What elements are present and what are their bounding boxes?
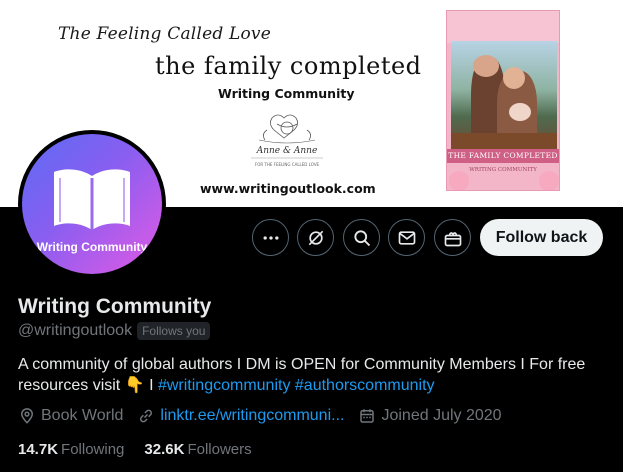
link-icon	[140, 409, 153, 423]
hashtag-authorscommunity[interactable]: #authorscommunity	[295, 377, 435, 394]
banner-logo-tagline: FOR THE FEELING CALLED LOVE	[255, 162, 320, 167]
location-item: Book World	[18, 407, 123, 425]
banner-logo-name: Anne & Anne	[256, 146, 318, 156]
profile-name: Writing Community	[18, 295, 212, 318]
search-icon	[353, 229, 370, 246]
grok-icon	[308, 230, 323, 245]
followers-stat[interactable]: 32.6K Followers	[144, 441, 251, 458]
link-item[interactable]: linktr.ee/writingcommuni...	[137, 407, 344, 425]
joined-item: Joined July 2020	[358, 407, 502, 425]
book-cover-title: THE FAMILY COMPLETED	[447, 149, 559, 163]
message-icon	[398, 230, 415, 245]
handle-row: @writingoutlook Follows you	[18, 322, 211, 340]
pointing-down-emoji: 👇	[124, 377, 145, 394]
following-stat[interactable]: 14.7K Following	[18, 441, 124, 458]
following-label: Following	[61, 441, 125, 458]
profile-avatar[interactable]: Writing Community	[18, 130, 166, 278]
book-cover-image: THE FAMILY COMPLETED WRITING COMMUNITY	[446, 10, 560, 191]
calendar-icon	[360, 409, 375, 423]
joined-text: Joined July 2020	[381, 407, 502, 424]
banner-main-title: the family completed	[155, 52, 422, 80]
location-icon	[20, 408, 34, 424]
followers-count: 32.6K	[144, 441, 185, 458]
more-icon	[263, 235, 278, 240]
profile-link[interactable]: linktr.ee/writingcommuni...	[160, 407, 344, 425]
banner-subtitle: Writing Community	[218, 86, 355, 101]
followers-label: Followers	[187, 441, 252, 458]
banner-website: www.writingoutlook.com	[200, 181, 376, 196]
profile-handle: @writingoutlook	[18, 322, 133, 339]
more-button[interactable]	[252, 219, 289, 256]
follow-stats: 14.7K Following 32.6K Followers	[18, 441, 272, 458]
follows-you-badge: Follows you	[137, 322, 211, 340]
profile-bio: A community of global authors I DM is OP…	[18, 354, 608, 396]
location-text: Book World	[41, 407, 124, 424]
message-button[interactable]	[388, 219, 425, 256]
subscribe-icon	[444, 231, 461, 246]
following-count: 14.7K	[18, 441, 59, 458]
hashtag-writingcommunity[interactable]: #writingcommunity	[158, 377, 290, 394]
banner-script-title: The Feeling Called Love	[58, 24, 271, 44]
follow-back-button[interactable]: Follow back	[480, 219, 603, 256]
subscribe-button[interactable]	[434, 219, 471, 256]
bio-separator: I	[144, 377, 158, 394]
grok-button[interactable]	[297, 219, 334, 256]
open-book-icon	[54, 169, 130, 230]
avatar-label: Writing Community	[36, 240, 148, 254]
profile-meta: Book World linktr.ee/writingcommuni... J…	[18, 407, 516, 425]
search-button[interactable]	[343, 219, 380, 256]
banner-logo: Anne & Anne FOR THE FEELING CALLED LOVE	[251, 114, 323, 167]
